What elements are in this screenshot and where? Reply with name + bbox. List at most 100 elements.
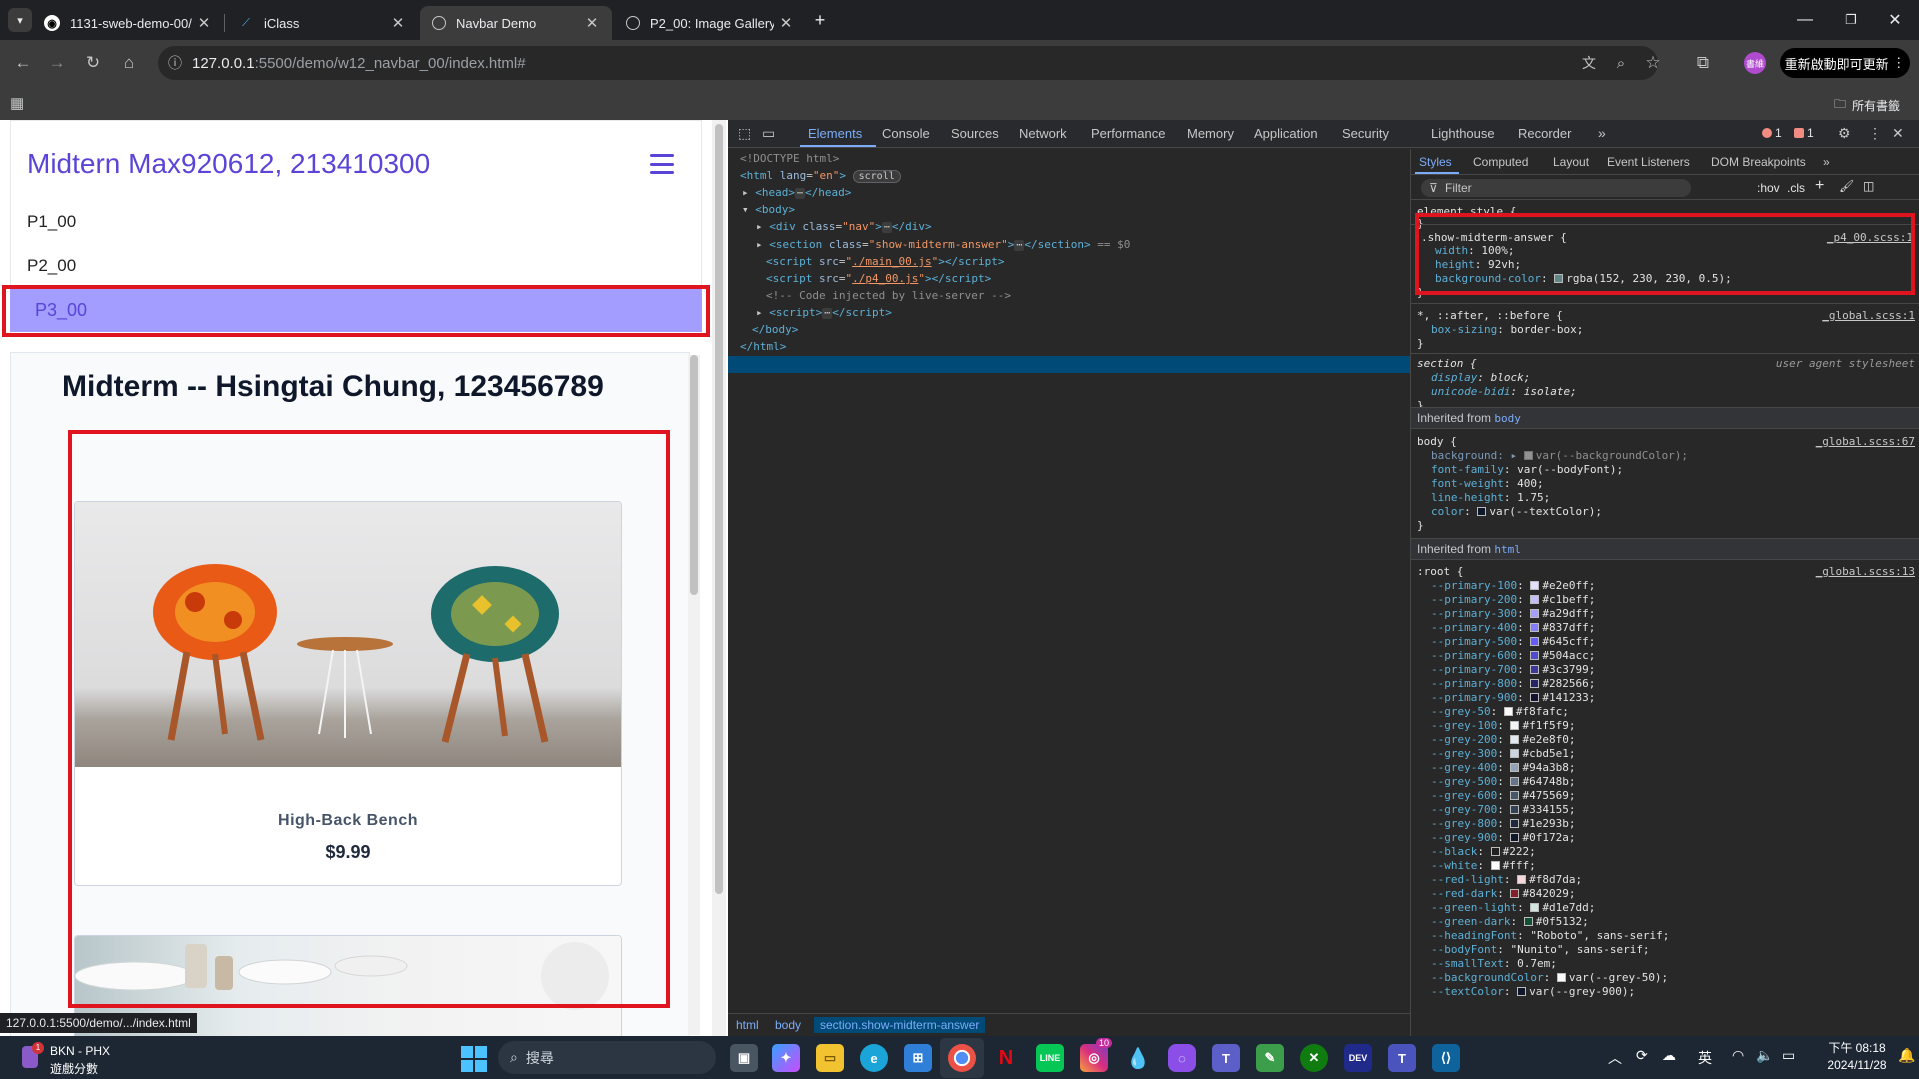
color-swatch[interactable]: [1530, 637, 1540, 646]
inherited-body-link[interactable]: body: [1494, 412, 1521, 425]
root-var[interactable]: --grey-800: #1e293b;: [1431, 817, 1575, 831]
section-rule-selector[interactable]: section {: [1417, 357, 1477, 371]
more-options-icon[interactable]: ⋮: [1868, 125, 1882, 142]
color-swatch[interactable]: [1530, 623, 1540, 632]
body-prop-font-family[interactable]: font-family: var(--bodyFont);: [1431, 463, 1623, 477]
root-var[interactable]: --backgroundColor: var(--grey-50);: [1431, 971, 1668, 985]
color-swatch[interactable]: [1556, 973, 1566, 982]
line-icon[interactable]: LINE: [1036, 1044, 1064, 1072]
root-rule-selector[interactable]: :root {: [1417, 565, 1463, 579]
taskbar-search[interactable]: ⌕ 搜尋: [498, 1041, 716, 1074]
color-swatch[interactable]: [1523, 917, 1533, 926]
body-prop-background[interactable]: background: ▸ var(--backgroundColor);: [1431, 449, 1688, 463]
start-windows-icon[interactable]: [460, 1044, 488, 1072]
root-var[interactable]: --primary-500: #645cff;: [1431, 635, 1595, 649]
filter-input[interactable]: ⊽ Filter: [1421, 179, 1691, 197]
edge-icon[interactable]: e: [860, 1044, 888, 1072]
root-var[interactable]: --grey-200: #e2e8f0;: [1431, 733, 1575, 747]
site-info-icon[interactable]: ⓘ: [158, 53, 192, 73]
breadcrumb-html[interactable]: html: [736, 1018, 759, 1032]
root-var[interactable]: --grey-400: #94a3b8;: [1431, 761, 1575, 775]
close-icon[interactable]: ✕: [192, 14, 216, 32]
tab-security[interactable]: Security: [1342, 126, 1389, 141]
weather-widget[interactable]: 1 BKN - PHX 遊戲分數: [22, 1040, 132, 1076]
dom-html[interactable]: <html lang="en"> scroll: [740, 168, 901, 184]
address-bar[interactable]: ⓘ 127.0.0.1:5500/demo/w12_navbar_00/inde…: [158, 46, 1658, 80]
ime-indicator[interactable]: 英: [1698, 1048, 1712, 1068]
color-swatch[interactable]: [1510, 763, 1520, 772]
universal-rule-selector[interactable]: *, ::after, ::before {: [1417, 309, 1563, 323]
avatar[interactable]: 書維: [1744, 52, 1766, 74]
section-prop-display[interactable]: display: block;: [1431, 371, 1530, 385]
color-swatch[interactable]: [1530, 651, 1540, 660]
dom-body-close[interactable]: </body>: [752, 322, 798, 338]
root-var[interactable]: --textColor: var(--grey-900);: [1431, 985, 1635, 999]
issue-count-badge[interactable]: 1: [1794, 126, 1814, 140]
translate-icon[interactable]: 文: [1576, 50, 1602, 76]
wifi-icon[interactable]: ◠: [1732, 1047, 1744, 1064]
close-icon[interactable]: ✕: [386, 14, 410, 32]
zoom-icon[interactable]: ⌕: [1608, 50, 1634, 76]
copilot-icon[interactable]: ✦: [772, 1044, 800, 1072]
tray-chevron-icon[interactable]: ︿: [1608, 1048, 1622, 1068]
dom-head[interactable]: ▸ <head> ⋯ </head>: [742, 185, 851, 201]
color-swatch[interactable]: [1510, 889, 1520, 898]
tab-recorder[interactable]: Recorder: [1518, 126, 1571, 141]
dom-script-injected[interactable]: ▸ <script> ⋯ </script>: [756, 305, 892, 321]
dom-script-main[interactable]: <script src="./main_00.js"></script>: [766, 254, 1004, 270]
root-var[interactable]: --primary-900: #141233;: [1431, 691, 1595, 705]
tab-search-button[interactable]: ▾: [8, 8, 32, 32]
scroll-badge[interactable]: scroll: [852, 170, 901, 183]
restore-button[interactable]: ❐: [1836, 6, 1866, 34]
root-var[interactable]: --headingFont: "Roboto", sans-serif;: [1431, 929, 1669, 943]
tab-navbar-demo[interactable]: Navbar Demo ✕: [420, 6, 612, 40]
page-scrollbar[interactable]: [712, 120, 726, 1036]
root-var[interactable]: --black: #222;: [1431, 845, 1536, 859]
color-swatch[interactable]: [1517, 987, 1527, 996]
root-var[interactable]: --smallText: 0.7em;: [1431, 957, 1557, 971]
dom-body[interactable]: ▾ <body>: [742, 202, 795, 218]
tab-github[interactable]: ◉ 1131-sweb-demo-00/demo ✕: [32, 6, 224, 40]
inspect-element-icon[interactable]: ⬚: [738, 125, 751, 142]
color-swatch[interactable]: [1490, 861, 1500, 870]
extensions-icon[interactable]: ⧉: [1690, 50, 1716, 76]
dev-home-icon[interactable]: DEV: [1344, 1044, 1372, 1072]
color-swatch[interactable]: [1517, 875, 1527, 884]
close-icon[interactable]: ✕: [580, 14, 604, 32]
body-rule-source[interactable]: _global.scss:67: [1816, 435, 1915, 448]
section-scrollbar[interactable]: [688, 355, 700, 1035]
more-tabs-chevron-icon[interactable]: »: [1598, 125, 1606, 141]
root-var[interactable]: --primary-100: #e2e0ff;: [1431, 579, 1595, 593]
forward-button[interactable]: →: [44, 50, 70, 76]
tab-performance[interactable]: Performance: [1091, 126, 1165, 141]
body-prop-line-height[interactable]: line-height: 1.75;: [1431, 491, 1550, 505]
scrollbar-thumb[interactable]: [690, 355, 698, 595]
tab-dom-breakpoints[interactable]: DOM Breakpoints: [1711, 155, 1806, 169]
dom-section-selected[interactable]: ▸ <section class="show-midterm-answer"> ⋯…: [756, 237, 1130, 253]
settings-gear-icon[interactable]: ⚙: [1838, 125, 1851, 142]
store-icon[interactable]: ⊞: [904, 1044, 932, 1072]
tray-cloud-icon[interactable]: ☁: [1662, 1047, 1676, 1064]
instagram-icon[interactable]: ◎: [1080, 1044, 1108, 1072]
root-var[interactable]: --white: #fff;: [1431, 859, 1536, 873]
root-var[interactable]: --green-light: #d1e7dd;: [1431, 901, 1595, 915]
teams-icon[interactable]: T: [1212, 1044, 1240, 1072]
tab-memory[interactable]: Memory: [1187, 126, 1234, 141]
hamburger-menu-icon[interactable]: [650, 154, 674, 174]
file-explorer-icon[interactable]: ▭: [816, 1044, 844, 1072]
root-rule-source[interactable]: _global.scss:13: [1816, 565, 1915, 578]
close-window-button[interactable]: ✕: [1880, 6, 1910, 34]
color-swatch[interactable]: [1477, 507, 1487, 516]
volume-icon[interactable]: 🔈: [1756, 1047, 1773, 1064]
nav-link-p2[interactable]: P2_00: [27, 256, 76, 276]
nav-link-p1[interactable]: P1_00: [27, 212, 76, 232]
inherited-html-link[interactable]: html: [1494, 543, 1521, 556]
color-swatch[interactable]: [1523, 451, 1533, 460]
task-view-icon[interactable]: ▣: [730, 1044, 758, 1072]
close-icon[interactable]: ✕: [774, 14, 798, 32]
apps-grid-icon[interactable]: ▦: [10, 94, 24, 112]
tab-computed[interactable]: Computed: [1473, 155, 1528, 169]
color-swatch[interactable]: [1490, 847, 1500, 856]
drop-icon[interactable]: 💧: [1124, 1044, 1152, 1072]
dom-doctype[interactable]: <!DOCTYPE html>: [740, 151, 839, 167]
